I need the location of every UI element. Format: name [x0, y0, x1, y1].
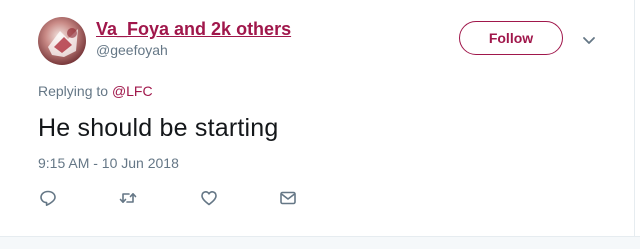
tweet-author: Va_Foya and 2k others @geefoyah [96, 18, 291, 59]
envelope-icon[interactable] [278, 188, 298, 208]
heart-icon[interactable] [199, 188, 219, 208]
tweet-text: He should be starting [38, 114, 279, 142]
tweet-card: Va_Foya and 2k others @geefoyah Follow R… [0, 0, 640, 236]
chevron-down-icon[interactable] [580, 31, 598, 49]
card-right-border [634, 0, 635, 236]
reply-context-prefix: Replying to [38, 83, 112, 99]
timeline-gap [0, 237, 640, 249]
reply-mention-link[interactable]: @LFC [112, 83, 153, 99]
author-handle[interactable]: @geefoyah [96, 41, 291, 59]
author-display-name[interactable]: Va_Foya and 2k others [96, 18, 291, 40]
avatar-image [38, 17, 86, 65]
reply-icon[interactable] [38, 188, 58, 208]
tweet-timestamp[interactable]: 9:15 AM - 10 Jun 2018 [38, 154, 179, 172]
avatar[interactable] [38, 17, 86, 65]
retweet-icon[interactable] [118, 188, 138, 208]
follow-button[interactable]: Follow [459, 21, 563, 55]
reply-context: Replying to @LFC [38, 82, 153, 100]
